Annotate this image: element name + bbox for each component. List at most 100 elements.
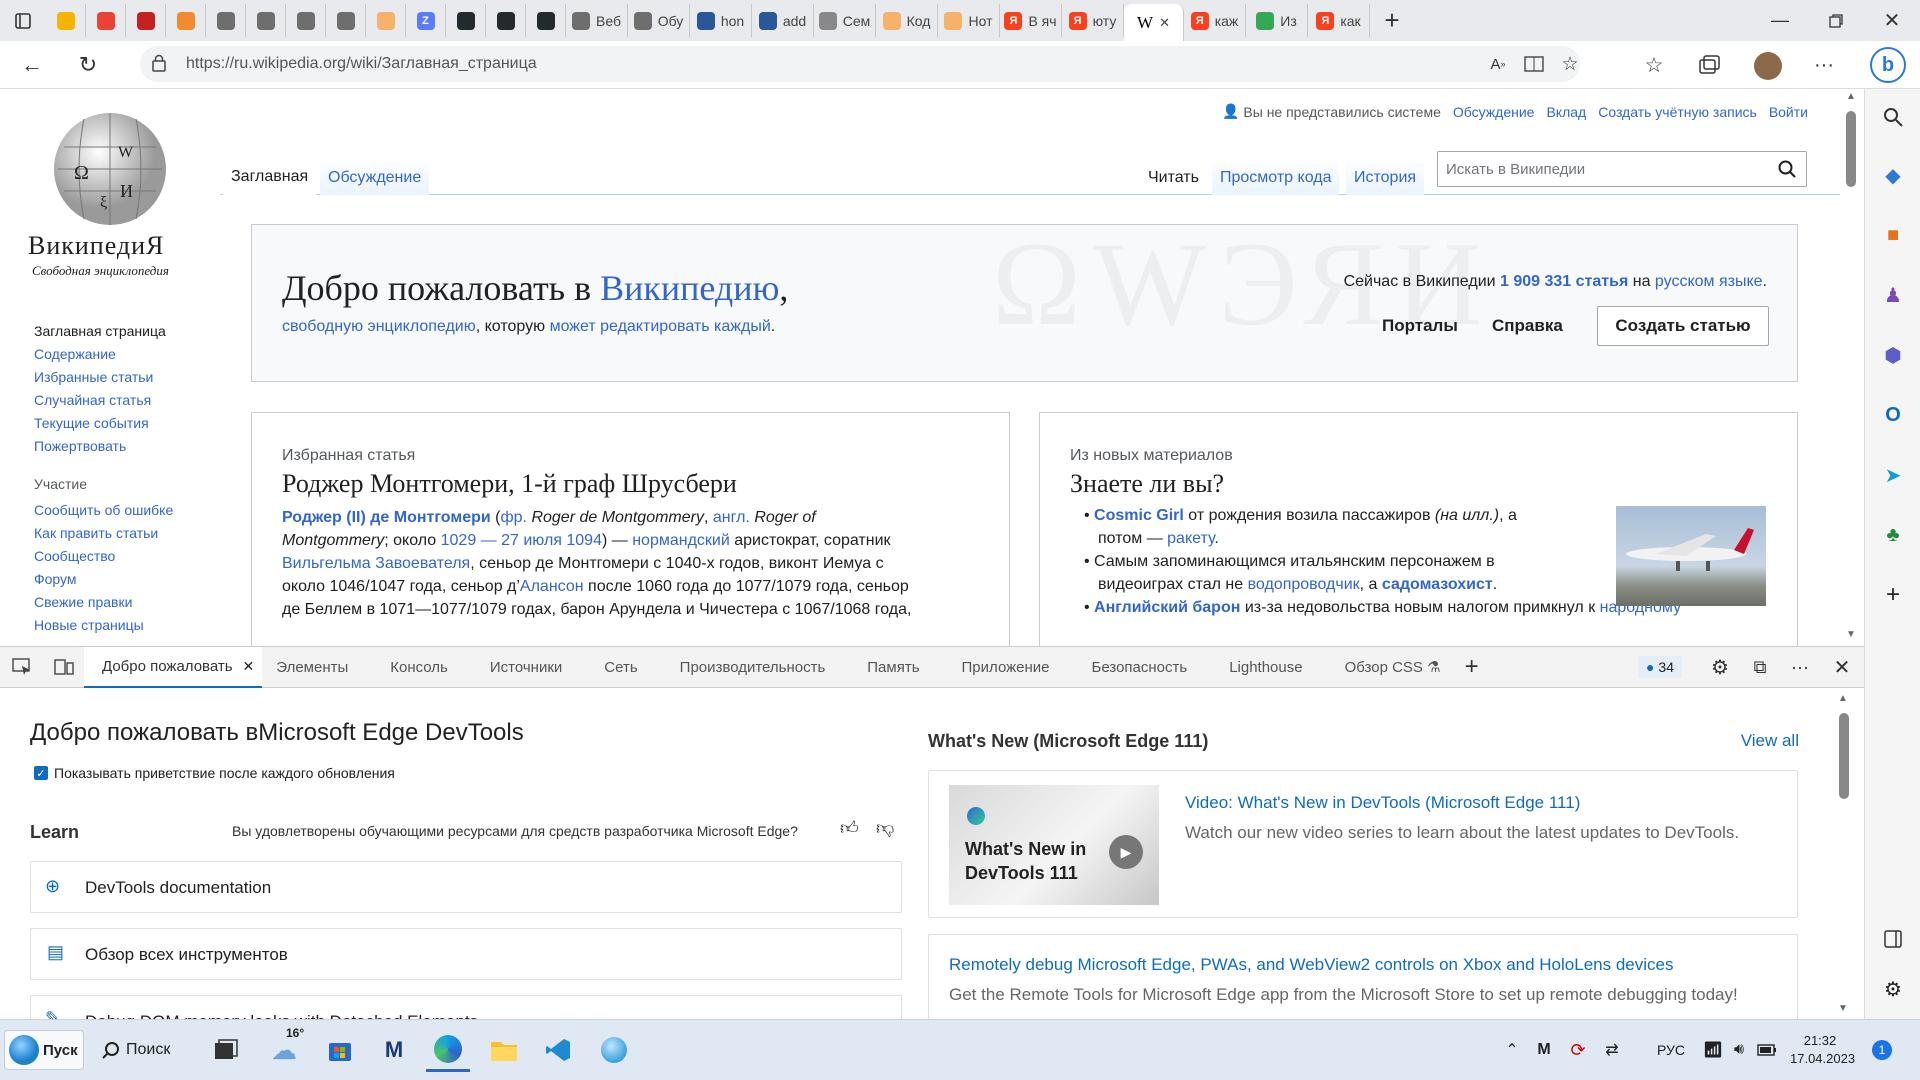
browser-tab[interactable]: Из bbox=[1246, 4, 1308, 37]
learn-item-docs[interactable]: ⊕ DevTools documentation bbox=[30, 861, 902, 913]
play-icon[interactable]: ▶ bbox=[1109, 835, 1143, 869]
video-title-link[interactable]: Video: What's New in DevTools (Microsoft… bbox=[1185, 793, 1580, 813]
collections-icon[interactable] bbox=[1696, 51, 1724, 79]
notification-badge[interactable]: 1 bbox=[1872, 1040, 1892, 1060]
date-1094-link[interactable]: 27 июля 1094 bbox=[501, 532, 602, 549]
alencon-link[interactable]: Алансон bbox=[520, 578, 584, 595]
portals-link[interactable]: Порталы bbox=[1382, 316, 1458, 336]
checkbox-checked[interactable]: ✓ bbox=[34, 766, 48, 780]
task-view-icon[interactable] bbox=[204, 1028, 248, 1072]
tree-icon[interactable]: ♣ bbox=[1865, 505, 1920, 565]
wiki-search-input[interactable]: Искать в Википедии bbox=[1446, 161, 1585, 178]
volume-icon[interactable]: 🔊︎ bbox=[1726, 1028, 1752, 1072]
tab-actions-icon[interactable] bbox=[0, 0, 46, 41]
learn-item-overview[interactable]: ▤ Обзор всех инструментов bbox=[30, 928, 902, 980]
tab-main[interactable]: Заглавная bbox=[223, 157, 317, 195]
clock[interactable]: 21:32 17.04.2023 bbox=[1790, 1032, 1855, 1068]
browser-tab[interactable]: hon bbox=[690, 4, 752, 37]
browser-tab[interactable]: Код bbox=[876, 4, 938, 37]
tab-console[interactable]: Консоль bbox=[390, 659, 448, 676]
favorites-icon[interactable]: ☆ bbox=[1640, 51, 1668, 79]
browser-tab[interactable]: Обу bbox=[628, 4, 690, 37]
nav-current-events[interactable]: Текущие события bbox=[34, 415, 214, 431]
browser-tab[interactable] bbox=[526, 4, 566, 37]
maximize-button[interactable] bbox=[1808, 0, 1864, 41]
nav-how-to-edit[interactable]: Как править статьи bbox=[34, 525, 214, 541]
english-baron-link[interactable]: Английский барон bbox=[1094, 599, 1240, 616]
ms-store-icon[interactable] bbox=[318, 1028, 362, 1072]
video-card[interactable]: What's New in DevTools 111 ▶ Video: What… bbox=[928, 770, 1798, 918]
user-talk-link[interactable]: Обсуждение bbox=[1453, 104, 1535, 120]
inspect-element-icon[interactable] bbox=[0, 647, 44, 687]
create-article-button[interactable]: Создать статью bbox=[1597, 306, 1769, 346]
refresh-button[interactable]: ↻ bbox=[72, 49, 104, 81]
tab-sources[interactable]: Источники bbox=[490, 659, 562, 676]
close-tab-icon[interactable]: ✕ bbox=[1159, 15, 1170, 31]
gear-icon[interactable]: ⚙ bbox=[1865, 959, 1920, 1019]
nav-donate[interactable]: Пожертвовать bbox=[34, 438, 214, 454]
tray-sync-icon[interactable]: ⟳ bbox=[1566, 1028, 1590, 1072]
browser-tab[interactable] bbox=[246, 4, 286, 37]
anyone-can-edit-link[interactable]: может редактировать каждый bbox=[550, 318, 771, 335]
cosmic-girl-link[interactable]: Cosmic Girl bbox=[1094, 507, 1184, 524]
office-icon[interactable]: ⬢ bbox=[1865, 325, 1920, 385]
scrollbar-thumb[interactable] bbox=[1846, 111, 1856, 187]
search-icon[interactable] bbox=[1778, 160, 1796, 183]
show-welcome-checkbox[interactable]: ✓ Показывать приветствие после каждого о… bbox=[34, 765, 395, 781]
browser-tab[interactable] bbox=[46, 4, 86, 37]
browser-tab[interactable]: Якак bbox=[1308, 4, 1370, 37]
add-app-icon[interactable]: + bbox=[1865, 565, 1920, 625]
browser-tab[interactable] bbox=[166, 4, 206, 37]
outlook-icon[interactable]: O bbox=[1865, 385, 1920, 445]
browser-tab[interactable]: Веб bbox=[566, 4, 628, 37]
browser-tab[interactable] bbox=[286, 4, 326, 37]
scroll-up-arrow[interactable]: ▲ bbox=[1846, 91, 1856, 102]
browser-tab[interactable] bbox=[326, 4, 366, 37]
browser-tab[interactable]: Нот bbox=[938, 4, 1000, 37]
scroll-down-arrow[interactable]: ▼ bbox=[1846, 629, 1856, 640]
create-account-link[interactable]: Создать учётную запись bbox=[1598, 104, 1757, 120]
start-button[interactable]: Пуск bbox=[4, 1030, 84, 1070]
close-window-button[interactable]: ✕ bbox=[1864, 0, 1920, 41]
remote-debug-link[interactable]: Remotely debug Microsoft Edge, PWAs, and… bbox=[949, 955, 1673, 975]
tools-briefcase-icon[interactable]: ■ bbox=[1865, 205, 1920, 265]
tab-history[interactable]: История bbox=[1346, 157, 1425, 195]
browser-tab[interactable] bbox=[486, 4, 526, 37]
wiki-search-box[interactable]: Искать в Википедии bbox=[1437, 151, 1807, 187]
article-count-link[interactable]: 1 909 331 статья bbox=[1500, 273, 1628, 290]
norman-link[interactable]: нормандский bbox=[632, 532, 730, 549]
nav-main-page[interactable]: Заглавная страница bbox=[34, 323, 214, 339]
close-tab-icon[interactable]: ✕ bbox=[243, 658, 255, 675]
tab-performance[interactable]: Производительность bbox=[680, 659, 826, 676]
profile-avatar[interactable] bbox=[1754, 52, 1782, 80]
thumbs-down-icon[interactable]: 👎︎ bbox=[876, 817, 894, 839]
vscode-icon[interactable] bbox=[536, 1028, 580, 1072]
featured-subject-link[interactable]: Роджер (II) де Монтгомери bbox=[282, 509, 491, 526]
william-conqueror-link[interactable]: Вильгельма Завоевателя bbox=[282, 555, 470, 572]
back-button[interactable]: ← bbox=[16, 49, 48, 81]
language-indicator[interactable]: РУС bbox=[1646, 1028, 1696, 1072]
nav-forum[interactable]: Форум bbox=[34, 571, 214, 587]
video-thumbnail[interactable]: What's New in DevTools 111 ▶ bbox=[949, 785, 1159, 905]
tab-discussion[interactable]: Обсуждение bbox=[320, 157, 430, 195]
view-all-link[interactable]: View all bbox=[1741, 731, 1799, 751]
wikipedia-link[interactable]: Википедию bbox=[600, 268, 779, 308]
tab-css-overview[interactable]: Обзор CSS ⚗ bbox=[1345, 658, 1441, 676]
featured-title[interactable]: Роджер Монтгомери, 1-й граф Шрусбери bbox=[282, 469, 737, 499]
tab-application[interactable]: Приложение bbox=[962, 659, 1050, 676]
rocket-link[interactable]: ракету bbox=[1167, 530, 1214, 547]
browser-tab[interactable]: Якаж bbox=[1184, 4, 1246, 37]
page-scrollbar[interactable]: ▲ ▼ bbox=[1840, 89, 1864, 646]
minimize-button[interactable]: — bbox=[1752, 0, 1808, 41]
close-devtools-icon[interactable]: ✕ bbox=[1820, 655, 1864, 680]
english-link[interactable]: англ. bbox=[713, 509, 750, 526]
url-text[interactable]: https://ru.wikipedia.org/wiki/Заглавная_… bbox=[186, 55, 537, 73]
nav-random[interactable]: Случайная статья bbox=[34, 392, 214, 408]
tab-memory[interactable]: Память bbox=[867, 659, 919, 676]
nav-featured[interactable]: Избранные статьи bbox=[34, 369, 214, 385]
tab-elements[interactable]: Элементы bbox=[276, 659, 348, 676]
search-button[interactable]: Поиск bbox=[96, 1030, 188, 1070]
tray-network-adapter-icon[interactable]: ⇄ bbox=[1600, 1028, 1624, 1072]
shopping-tag-icon[interactable]: ◆ bbox=[1865, 145, 1920, 205]
more-options-icon[interactable]: ··· bbox=[1780, 657, 1820, 678]
